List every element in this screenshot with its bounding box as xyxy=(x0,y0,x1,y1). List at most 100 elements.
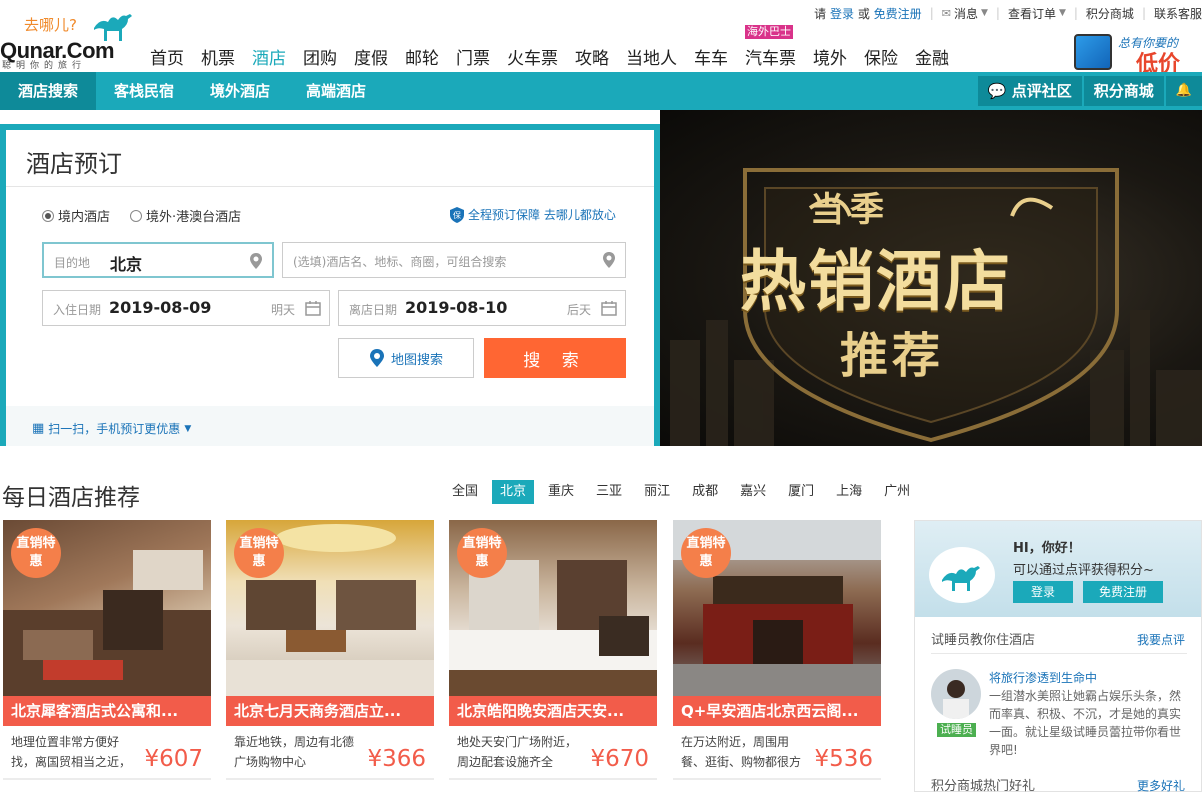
nav-train[interactable]: 火车票 xyxy=(507,44,558,69)
radio-domestic-label[interactable]: 境内酒店 xyxy=(58,206,110,225)
destination-value: 北京 xyxy=(110,255,143,274)
logo-slogan: 去哪儿? xyxy=(24,16,77,34)
or-text: 或 xyxy=(857,6,870,21)
tester-avatar[interactable] xyxy=(931,669,981,719)
shield-icon: 保 xyxy=(450,206,464,223)
tester-post-title[interactable]: 将旅行渗透到生命中 xyxy=(989,669,1097,686)
destination-field[interactable]: 目的地 北京 xyxy=(42,242,274,278)
map-search-label: 地图搜索 xyxy=(390,352,443,368)
nav-finance[interactable]: 金融 xyxy=(915,44,949,69)
nav-cruise[interactable]: 邮轮 xyxy=(405,44,439,69)
checkin-hint: 明天 xyxy=(270,303,295,317)
city-tab[interactable]: 嘉兴 xyxy=(732,480,774,504)
city-tab[interactable]: 北京 xyxy=(492,480,535,504)
region-radio-group: 境内酒店 境外·港澳台酒店 xyxy=(42,206,241,225)
orders-link[interactable]: 查看订单 xyxy=(1008,5,1056,22)
keyword-field[interactable]: (选填)酒店名、地标、商圈，可组合搜索 xyxy=(282,242,626,278)
radio-overseas[interactable] xyxy=(130,209,143,222)
hotel-desc: 在万达附近，周围用餐、逛街、购物都很方便 xyxy=(681,735,801,769)
nav-bus[interactable]: 海外巴士 汽车票 xyxy=(745,25,796,69)
more-gifts-link[interactable]: 更多好礼 xyxy=(1137,777,1185,792)
checkin-value: 2019-08-09 xyxy=(109,298,212,317)
bell-icon[interactable]: 🔔 xyxy=(1165,76,1202,106)
nav-hotels[interactable]: 酒店 xyxy=(252,44,286,69)
hotel-desc: 地处天安门广场附近，周边配套设施齐全 xyxy=(457,735,577,769)
radio-domestic[interactable] xyxy=(42,209,54,222)
hotel-card[interactable]: 直销特惠 北京皓阳晚安酒店天安... 地处天安门广场附近，周边配套设施齐全 ¥6… xyxy=(449,520,657,780)
city-tab[interactable]: 广州 xyxy=(876,480,918,504)
checkout-label: 离店日期 xyxy=(349,303,398,317)
tester-post-text: 一组潜水美照让她霸占娱乐头条，然而率真、积极、不沉，才是她的真实一面。就让星级试… xyxy=(989,689,1182,757)
nav-bus-label: 汽车票 xyxy=(745,49,796,69)
city-tab[interactable]: 厦门 xyxy=(780,480,822,504)
subnav-right: 💬 点评社区 积分商城 🔔 xyxy=(976,76,1202,106)
support-link[interactable]: 联系客服 xyxy=(1154,5,1202,22)
points-gifts-title: 积分商城热门好礼 xyxy=(931,779,1036,792)
nav-overseas[interactable]: 境外 xyxy=(813,44,847,69)
direct-sale-badge: 直销特惠 xyxy=(457,528,507,578)
subnav-hotel-search[interactable]: 酒店搜索 xyxy=(0,72,97,110)
points-mall-link[interactable]: 积分商城 xyxy=(1086,5,1134,22)
nav-car[interactable]: 车车 xyxy=(694,44,728,69)
write-review-link[interactable]: 我要点评 xyxy=(1137,631,1185,648)
nav-insurance[interactable]: 保险 xyxy=(864,44,898,69)
keyword-placeholder: (选填)酒店名、地标、商圈，可组合搜索 xyxy=(293,255,507,269)
checkout-hint: 后天 xyxy=(566,303,591,317)
camel-avatar-icon xyxy=(929,547,995,603)
hotel-name: Q+早安酒店北京西云阁... xyxy=(673,696,881,726)
hotel-photo: 直销特惠 xyxy=(449,520,657,696)
points-mall-button[interactable]: 积分商城 xyxy=(1083,76,1164,106)
mobile-tip-text: 扫一扫，手机预订更优惠 xyxy=(48,422,181,436)
nav-groupbuy[interactable]: 团购 xyxy=(303,44,337,69)
qr-code-icon: ▦ xyxy=(32,421,45,436)
sidebar-login-button[interactable]: 登录 xyxy=(1013,581,1073,603)
subnav-inns[interactable]: 客栈民宿 xyxy=(96,72,192,110)
nav-flights[interactable]: 机票 xyxy=(201,44,235,69)
user-sidebar: HI，你好！ 可以通过点评获得积分~ 登录 免费注册 试睡员教你住酒店 我要点评… xyxy=(914,520,1202,792)
chat-icon: 💬 xyxy=(987,82,1007,100)
nav-locals[interactable]: 当地人 xyxy=(626,44,677,69)
radio-overseas-label[interactable]: 境外·港澳台酒店 xyxy=(146,206,241,225)
booking-title: 酒店预订 xyxy=(26,150,122,178)
sidebar-register-button[interactable]: 免费注册 xyxy=(1083,581,1163,603)
subnav-overseas-hotels[interactable]: 境外酒店 xyxy=(192,72,288,110)
checkin-label: 入住日期 xyxy=(53,303,102,317)
guarantee-link[interactable]: 保 全程预订保障 去哪儿都放心 xyxy=(450,206,616,223)
card-divider xyxy=(3,778,211,780)
checkin-field[interactable]: 入住日期 2019-08-09 明天 xyxy=(42,290,330,326)
nav-home[interactable]: 首页 xyxy=(150,44,184,69)
please-text: 请 xyxy=(814,6,827,21)
destination-label: 目的地 xyxy=(54,256,91,270)
city-tab[interactable]: 三亚 xyxy=(588,480,630,504)
city-tab[interactable]: 成都 xyxy=(684,480,726,504)
map-search-button[interactable]: 地图搜索 xyxy=(338,338,474,378)
hotel-card[interactable]: 直销特惠 北京犀客酒店式公寓和... 地理位置非常方便好找，离国贸相当之近，房内… xyxy=(3,520,211,780)
greeting: HI，你好！ xyxy=(1013,541,1081,556)
city-tab[interactable]: 上海 xyxy=(828,480,870,504)
city-tab[interactable]: 丽江 xyxy=(636,480,678,504)
city-tab[interactable]: 重庆 xyxy=(540,480,582,504)
mobile-tip-link[interactable]: ▦ 扫一扫，手机预订更优惠 ▼ xyxy=(32,420,191,437)
register-link[interactable]: 免费注册 xyxy=(874,5,922,22)
subnav-luxury-hotels[interactable]: 高端酒店 xyxy=(288,72,384,110)
hotel-desc: 靠近地铁，周边有北德广场购物中心 xyxy=(234,735,354,769)
hotel-card[interactable]: 直销特惠 北京七月天商务酒店立... 靠近地铁，周边有北德广场购物中心 ¥366 xyxy=(226,520,434,780)
promo-banner[interactable]: 当季 热销酒店 推荐 xyxy=(660,110,1202,446)
login-link[interactable]: 登录 xyxy=(830,5,854,22)
city-tab[interactable]: 全国 xyxy=(444,480,486,504)
search-button[interactable]: 搜 索 xyxy=(484,338,626,378)
logo-tagline: 聪明你的旅行 xyxy=(2,61,87,71)
messages-link[interactable]: 消息 xyxy=(954,5,978,22)
hotel-card[interactable]: 直销特惠 Q+早安酒店北京西云阁... 在万达附近，周围用餐、逛街、购物都很方便… xyxy=(673,520,881,780)
nav-tickets[interactable]: 门票 xyxy=(456,44,490,69)
nav-guides[interactable]: 攻略 xyxy=(575,44,609,69)
qunar-logo[interactable]: 去哪儿? Qunar.Com 聪明你的旅行 xyxy=(0,10,140,71)
overseas-bus-badge: 海外巴士 xyxy=(745,25,793,39)
direct-sale-badge: 直销特惠 xyxy=(234,528,284,578)
chevron-down-icon: ▼ xyxy=(184,423,192,434)
nav-vacation[interactable]: 度假 xyxy=(354,44,388,69)
checkout-field[interactable]: 离店日期 2019-08-10 后天 xyxy=(338,290,626,326)
review-community-button[interactable]: 💬 点评社区 xyxy=(977,76,1082,106)
card-divider xyxy=(449,778,657,780)
app-promo[interactable]: 总有你要的 低价 xyxy=(1070,30,1202,77)
